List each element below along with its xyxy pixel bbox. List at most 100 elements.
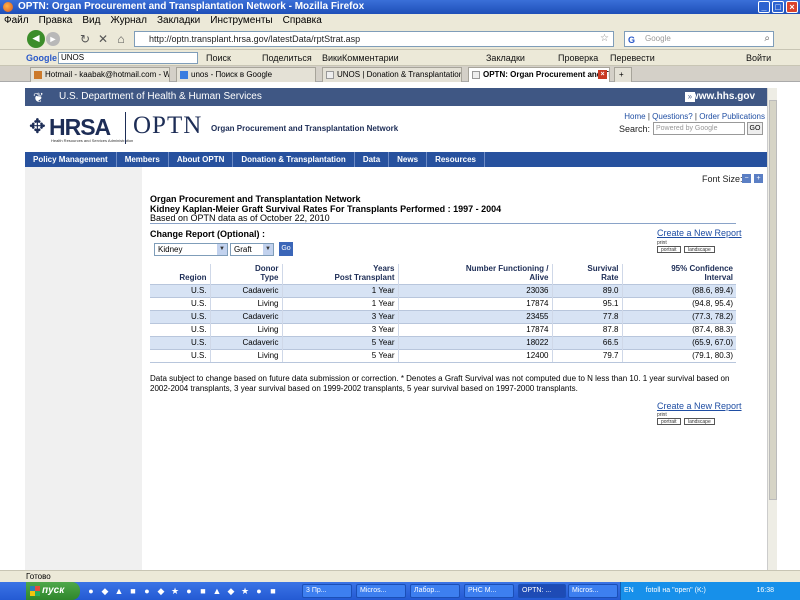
cell: 23036 bbox=[398, 284, 553, 298]
print-landscape-button[interactable]: landscape bbox=[683, 418, 715, 425]
google-translate-button[interactable]: Перевести bbox=[610, 50, 655, 66]
back-arrow-icon[interactable]: ◄ bbox=[27, 30, 45, 48]
nav-about-optn[interactable]: About OPTN bbox=[169, 152, 234, 167]
forward-arrow-icon[interactable]: ► bbox=[46, 32, 60, 46]
vertical-scrollbar[interactable] bbox=[767, 88, 777, 570]
tab-unos[interactable]: UNOS | Donation & Transplantation | D... bbox=[322, 67, 462, 82]
close-tab-icon[interactable]: × bbox=[598, 70, 607, 79]
cell: 87.8 bbox=[552, 323, 623, 337]
quick-launch-app-icon[interactable]: ★ bbox=[170, 585, 180, 597]
home-link[interactable]: Home bbox=[624, 112, 645, 121]
quick-launch-app-icon[interactable]: ■ bbox=[268, 585, 278, 597]
nav-news[interactable]: News bbox=[389, 152, 428, 167]
menu-edit[interactable]: Правка bbox=[39, 14, 73, 28]
quick-launch-app-icon[interactable]: ● bbox=[86, 585, 96, 597]
menu-view[interactable]: Вид bbox=[82, 14, 100, 28]
tab-optn[interactable]: OPTN: Organ Procurement and Tr... × bbox=[468, 67, 610, 82]
nav-policy-management[interactable]: Policy Management bbox=[25, 152, 117, 167]
nav-donation-transplantation[interactable]: Donation & Transplantation bbox=[233, 152, 355, 167]
print-portrait-button[interactable]: portrait bbox=[657, 418, 681, 425]
quick-launch-app-icon[interactable]: ◆ bbox=[100, 585, 110, 597]
quick-launch-app-icon[interactable]: ■ bbox=[128, 585, 138, 597]
hhs-title[interactable]: U.S. Department of Health & Human Servic… bbox=[59, 88, 262, 106]
logo-divider bbox=[125, 112, 126, 144]
table-row: U.S. Cadaveric 3 Year 23455 77.8 (77.3, … bbox=[150, 310, 736, 324]
table-header-row: Region Donor Type Years Post Transplant Nu… bbox=[150, 264, 736, 285]
browser-search-box[interactable]: G Google ⌕ bbox=[624, 31, 774, 47]
quick-launch-app-icon[interactable]: ● bbox=[142, 585, 152, 597]
google-search-button[interactable]: Поиск bbox=[206, 50, 231, 66]
reload-icon[interactable]: ↻ bbox=[78, 32, 92, 46]
taskbar-item[interactable]: OPTN: ... bbox=[518, 584, 566, 598]
order-publications-link[interactable]: Order Publications bbox=[699, 112, 765, 121]
quick-launch-app-icon[interactable]: ◆ bbox=[156, 585, 166, 597]
menu-history[interactable]: Журнал bbox=[110, 14, 147, 28]
site-search-input[interactable]: Powered by Google bbox=[653, 122, 745, 135]
minimize-button[interactable]: _ bbox=[758, 1, 770, 13]
table-row: U.S. Living 5 Year 12400 79.7 (79.1, 80.… bbox=[150, 349, 736, 363]
taskbar-item[interactable]: Micros... bbox=[568, 584, 618, 598]
language-indicator[interactable]: EN bbox=[624, 587, 634, 594]
menu-file[interactable]: Файл bbox=[4, 14, 29, 28]
start-button[interactable]: пуск bbox=[26, 582, 80, 600]
google-signin-button[interactable]: Войти bbox=[746, 50, 771, 66]
taskbar-item[interactable]: 3 Пр... bbox=[302, 584, 352, 598]
menu-tools[interactable]: Инструменты bbox=[210, 14, 272, 28]
cell: Cadaveric bbox=[210, 284, 283, 298]
go-button[interactable]: Go bbox=[279, 242, 293, 256]
google-share-button[interactable]: Поделиться bbox=[262, 50, 312, 66]
google-bookmarks-button[interactable]: Закладки bbox=[486, 50, 525, 66]
quick-launch-app-icon[interactable]: ★ bbox=[240, 585, 250, 597]
quick-launch-app-icon[interactable]: ● bbox=[184, 585, 194, 597]
google-wiki-comments-button[interactable]: ВикиКомментарии bbox=[322, 50, 399, 66]
create-new-report-link-bottom[interactable]: Create a New Report bbox=[657, 401, 742, 411]
nav-members[interactable]: Members bbox=[117, 152, 169, 167]
close-button[interactable]: × bbox=[786, 1, 798, 13]
site-search-go-button[interactable]: GO bbox=[747, 122, 763, 135]
chevron-down-icon[interactable]: ▼ bbox=[217, 244, 227, 255]
quick-launch-app-icon[interactable]: ▲ bbox=[212, 585, 222, 597]
survival-type-select[interactable]: Graft ▼ bbox=[230, 243, 274, 256]
new-tab-button[interactable]: + bbox=[614, 67, 632, 82]
tab-google-search[interactable]: unos - Поиск в Google bbox=[176, 67, 316, 82]
print-options-bottom: print portrait landscape bbox=[657, 412, 717, 425]
print-landscape-button[interactable]: landscape bbox=[683, 246, 715, 253]
menu-bookmarks[interactable]: Закладки bbox=[157, 14, 200, 28]
print-portrait-button[interactable]: portrait bbox=[657, 246, 681, 253]
taskbar-item[interactable]: Лабор... bbox=[410, 584, 460, 598]
quick-launch-app-icon[interactable]: ● bbox=[254, 585, 264, 597]
create-new-report-link-top[interactable]: Create a New Report bbox=[657, 228, 742, 238]
cell: U.S. bbox=[150, 336, 211, 350]
optn-logo[interactable]: OPTN bbox=[133, 112, 202, 140]
address-bar[interactable]: http://optn.transplant.hrsa.gov/latestDa… bbox=[134, 31, 614, 47]
taskbar-item[interactable]: Micros... bbox=[356, 584, 406, 598]
quick-launch-app-icon[interactable]: ■ bbox=[198, 585, 208, 597]
google-search-engine-icon[interactable]: G bbox=[628, 33, 635, 47]
google-spellcheck-button[interactable]: Проверка bbox=[558, 50, 598, 66]
survival-type-value: Graft bbox=[234, 245, 252, 254]
nav-resources[interactable]: Resources bbox=[427, 152, 485, 167]
quick-launch: ● ◆ ▲ ■ ● ◆ ★ ● ■ ▲ ◆ ★ ● ■ bbox=[86, 585, 278, 597]
quick-launch-app-icon[interactable]: ◆ bbox=[226, 585, 236, 597]
nav-data[interactable]: Data bbox=[355, 152, 390, 167]
menu-help[interactable]: Справка bbox=[283, 14, 322, 28]
search-magnifier-icon[interactable]: ⌕ bbox=[764, 32, 770, 46]
questions-link[interactable]: Questions? bbox=[652, 112, 692, 121]
chevron-down-icon[interactable]: ▼ bbox=[263, 244, 273, 255]
quick-launch-app-icon[interactable]: ▲ bbox=[114, 585, 124, 597]
cell: 5 Year bbox=[282, 349, 399, 363]
taskbar-item[interactable]: РНС М... bbox=[464, 584, 514, 598]
font-decrease-icon[interactable]: − bbox=[742, 174, 751, 183]
cell: Cadaveric bbox=[210, 310, 283, 324]
google-toolbar-query[interactable]: UNOS bbox=[58, 52, 198, 64]
organ-select[interactable]: Kidney ▼ bbox=[154, 243, 228, 256]
maximize-button[interactable]: □ bbox=[772, 1, 784, 13]
font-increase-icon[interactable]: + bbox=[754, 174, 763, 183]
home-icon[interactable]: ⌂ bbox=[114, 32, 128, 46]
hhs-link[interactable]: www.hhs.gov bbox=[691, 88, 755, 106]
tab-hotmail[interactable]: Hotmail - kaabak@hotmail.com - Windo... bbox=[30, 67, 170, 82]
scrollbar-thumb[interactable] bbox=[769, 100, 777, 500]
hrsa-logo[interactable]: HRSA bbox=[49, 114, 111, 141]
stop-icon[interactable]: ✕ bbox=[96, 32, 110, 46]
bookmark-star-icon[interactable]: ☆ bbox=[600, 32, 609, 46]
